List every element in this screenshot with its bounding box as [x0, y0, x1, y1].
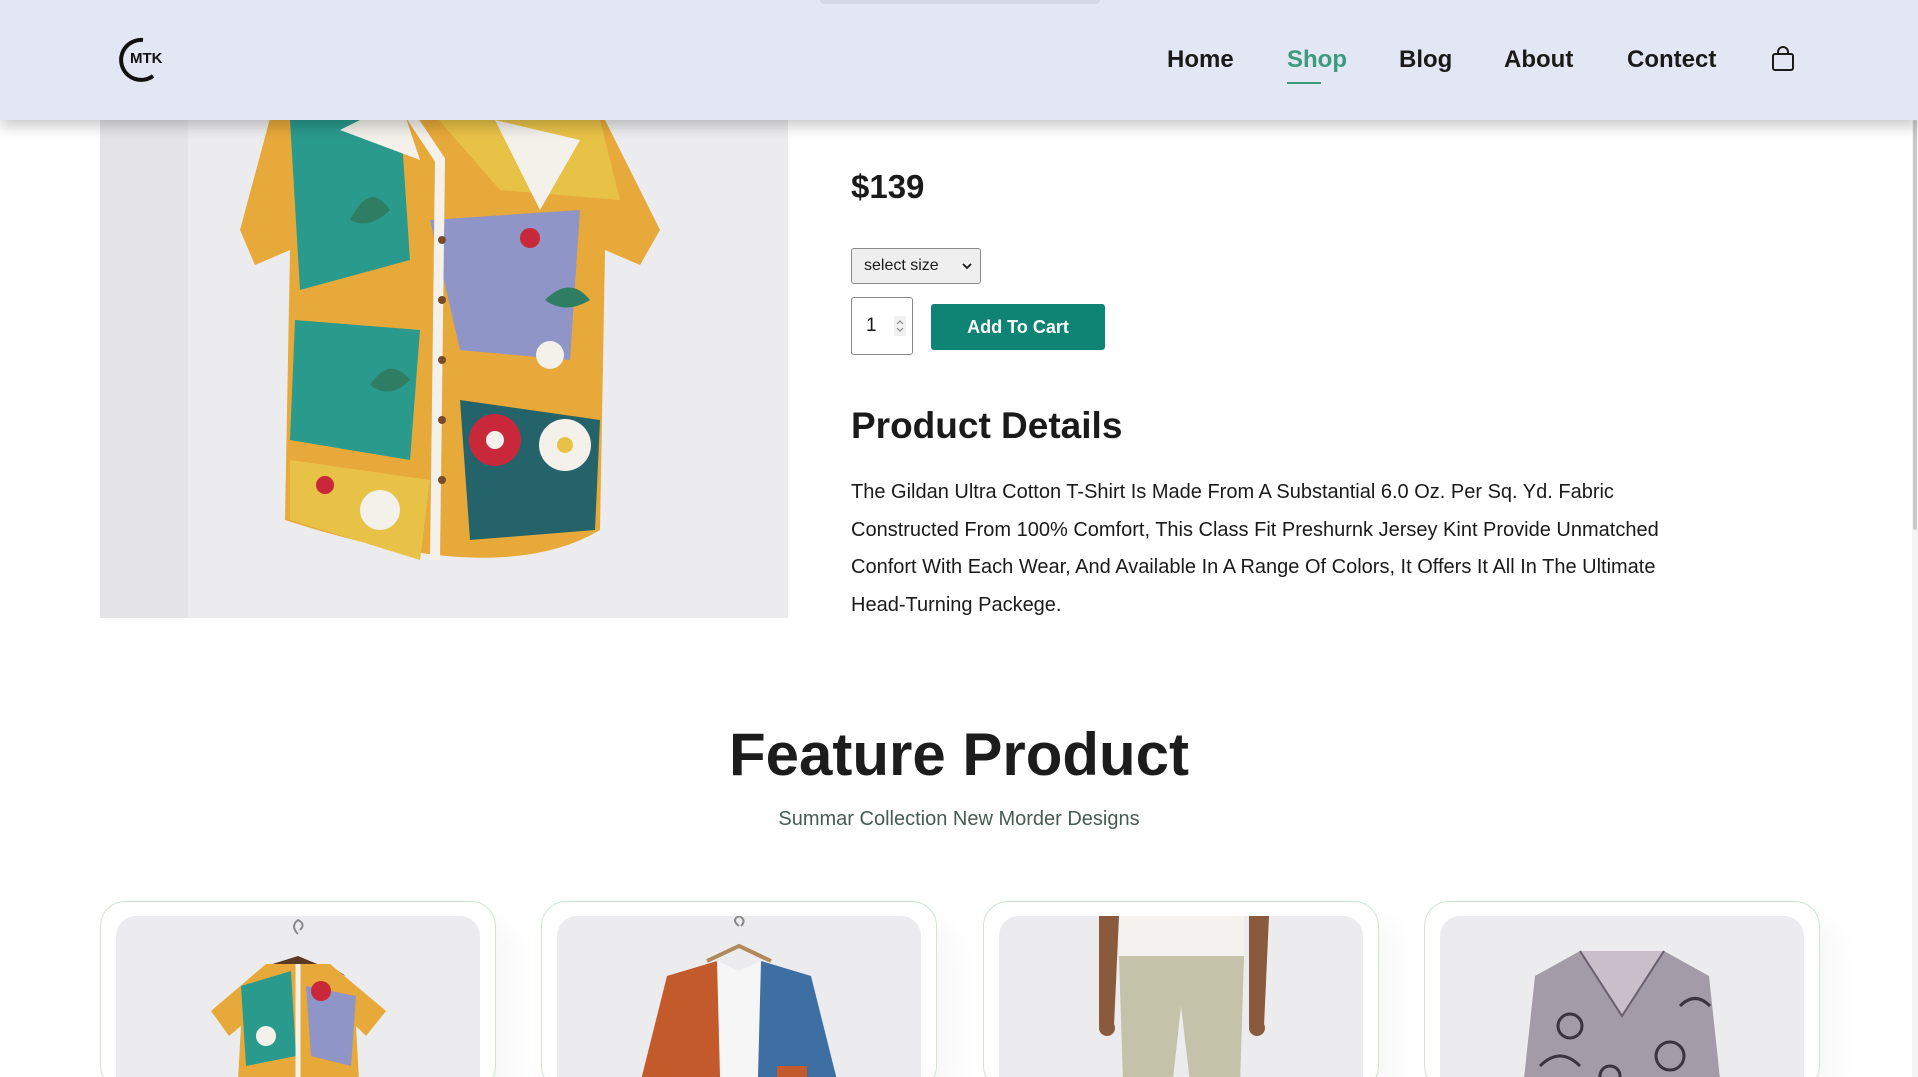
- product-details-text: The Gildan Ultra Cotton T-Shirt Is Made …: [851, 481, 1659, 616]
- nav-blog[interactable]: Blog: [1399, 46, 1452, 74]
- chevron-down-icon: [962, 263, 972, 270]
- scrollbar-thumb[interactable]: [1913, 120, 1917, 530]
- feature-product-title: Feature Product: [728, 721, 1190, 788]
- mtk-logo[interactable]: MTK: [113, 34, 179, 84]
- page: $139 select size 1 Add To Cart Product D…: [0, 0, 1918, 1077]
- floral-shirt-image: [116, 916, 480, 1077]
- patterned-blouse-image: [1440, 916, 1804, 1077]
- size-select-value: select size: [864, 257, 939, 274]
- nav-home[interactable]: Home: [1167, 46, 1234, 74]
- size-select[interactable]: select size: [851, 248, 981, 284]
- nav-about[interactable]: About: [1504, 46, 1573, 74]
- orange-blue-jacket-image: [557, 916, 921, 1077]
- add-to-cart-button[interactable]: Add To Cart: [931, 304, 1105, 350]
- product-details-title: Product Details: [851, 405, 1123, 446]
- nav-contect[interactable]: Contect: [1627, 46, 1716, 74]
- feature-product-subtitle: Summar Collection New Morder Designs: [778, 808, 1140, 830]
- product-card[interactable]: [983, 901, 1379, 1077]
- product-card[interactable]: [100, 901, 496, 1077]
- quantity-value: 1: [866, 315, 877, 336]
- product-card[interactable]: [1424, 901, 1820, 1077]
- product-price: $139: [851, 168, 925, 205]
- quantity-stepper-icon[interactable]: [894, 316, 906, 336]
- shopping-bag-icon[interactable]: [1771, 46, 1795, 72]
- quantity-input[interactable]: 1: [851, 297, 913, 355]
- linen-pants-image: [999, 916, 1363, 1077]
- floral-shirt-illustration: [240, 100, 660, 561]
- site-header: MTK Home Shop Blog About Contect: [0, 0, 1918, 120]
- svg-text:MTK: MTK: [130, 50, 163, 67]
- nav-shop[interactable]: Shop: [1287, 46, 1347, 84]
- main-product-image: [100, 100, 788, 618]
- product-card[interactable]: [541, 901, 937, 1077]
